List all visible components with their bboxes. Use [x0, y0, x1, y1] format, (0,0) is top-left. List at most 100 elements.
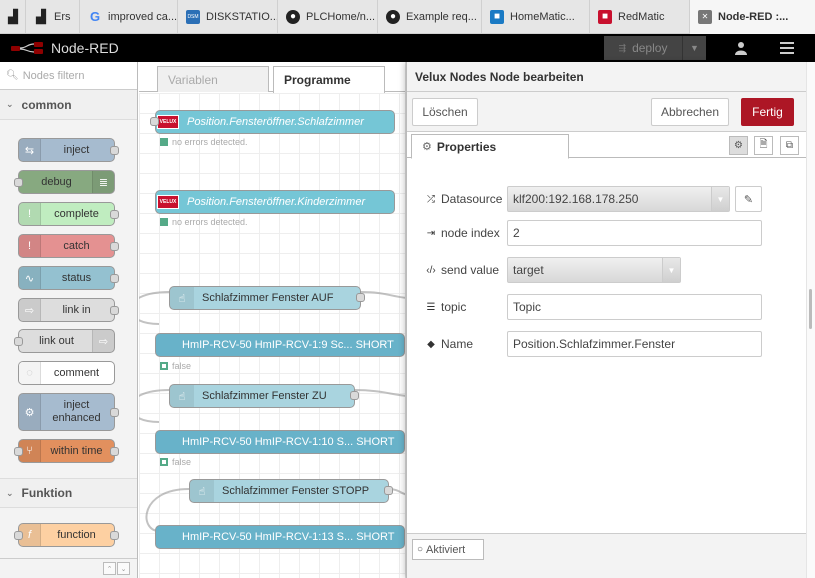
browser-tab[interactable]: ● PLCHome/n...: [278, 0, 378, 34]
output-port[interactable]: [384, 486, 393, 495]
palette-node-debug[interactable]: debug ≣: [14, 170, 115, 194]
tab-properties[interactable]: ⚙ Properties: [411, 134, 569, 159]
deploy-button[interactable]: ⇶ deploy ▼: [604, 36, 706, 60]
close-tab-icon[interactable]: ✕: [698, 9, 712, 24]
node-index-input[interactable]: 2: [507, 220, 762, 246]
name-input[interactable]: Position.Schlafzimmer.Fenster: [507, 331, 762, 357]
tab-variablen[interactable]: Variablen: [157, 66, 269, 92]
flow-node-fenster-zu[interactable]: ☝ Schlafzimmer Fenster ZU: [169, 384, 355, 408]
browser-tab[interactable]: ● Example req...: [378, 0, 482, 34]
output-port[interactable]: [350, 391, 359, 400]
output-port: [110, 531, 119, 540]
browser-tab[interactable]: G improved ca...: [80, 0, 178, 34]
browser-tab[interactable]: ■ HomeMatic...: [482, 0, 590, 34]
palette-category-funktion[interactable]: ⌄ Funktion: [0, 478, 137, 508]
input-port[interactable]: [150, 117, 159, 126]
node-label: inject enhanced: [52, 399, 101, 424]
palette-node-status[interactable]: ∿ status: [18, 266, 119, 290]
flow-node-hmip-rcv-1-9[interactable]: HmIP-RCV-50 HmIP-RCV-1:9 Sc... SHORT: [155, 333, 405, 357]
send-value-select[interactable]: target ▼: [507, 257, 681, 283]
done-button[interactable]: Fertig: [741, 98, 794, 126]
input-port: [14, 337, 23, 346]
palette-node-link-out[interactable]: link out ⇨: [14, 329, 115, 353]
status-dot-icon: [160, 138, 168, 146]
browser-tab-active[interactable]: ✕ Node-RED :...: [690, 0, 815, 34]
sign-in-icon: ⇥: [426, 227, 436, 239]
flow-node-velux-schlafzimmer[interactable]: VELUX Position.Fensteröffner.Schlafzimme…: [155, 110, 395, 134]
search-icon: 🔍︎: [6, 70, 19, 81]
tab-label: Properties: [436, 139, 497, 154]
label-text: topic: [441, 300, 467, 314]
sidebar-scrollbar[interactable]: [806, 62, 815, 578]
palette-footer: ⌃ ⌄: [0, 558, 137, 578]
browser-tab[interactable]: ■ RedMatic: [590, 0, 690, 34]
output-port: [110, 274, 119, 283]
palette-node-complete[interactable]: ! complete: [18, 202, 119, 226]
node-label: inject: [63, 144, 90, 156]
flow-workspace: Variablen Programme VELUX Position.Fenst…: [139, 62, 407, 578]
browser-tab-label: RedMatic: [618, 10, 665, 23]
status-text: false: [172, 457, 192, 467]
palette-node-inject[interactable]: ⇆ inject: [18, 138, 119, 162]
palette-category-common[interactable]: ⌄ common: [0, 90, 137, 120]
input-value: 2: [513, 226, 520, 240]
browser-tab[interactable]: DSM DISKSTATIO...: [178, 0, 278, 34]
tag-icon: ◆: [427, 338, 435, 350]
gear-icon: ⚙: [19, 394, 41, 430]
palette-filter-input[interactable]: 🔍︎ Nodes filtern: [0, 62, 137, 90]
expand-all-icon[interactable]: ⌄: [117, 562, 130, 575]
catch-icon: !: [19, 235, 41, 257]
app-title: Node-RED: [51, 40, 119, 56]
deploy-main[interactable]: ⇶ deploy: [604, 41, 682, 55]
topic-input[interactable]: Topic: [507, 294, 762, 320]
workspace-tab-bar: Variablen Programme: [139, 62, 407, 93]
status-ring-icon: [160, 362, 168, 370]
tab-label: Variablen: [168, 72, 218, 87]
edit-node-tray: Velux Nodes Node bearbeiten Löschen Abbr…: [406, 62, 807, 578]
browser-tab-label: improved ca...: [108, 10, 178, 23]
tray-title: Velux Nodes Node bearbeiten: [407, 62, 806, 92]
enabled-toggle[interactable]: ○ Aktiviert: [412, 539, 484, 560]
user-icon[interactable]: [724, 34, 758, 62]
tab-programme[interactable]: Programme: [273, 66, 385, 93]
output-port: [110, 242, 119, 251]
edit-config-button[interactable]: ✎: [735, 186, 762, 212]
canvas-grid[interactable]: VELUX Position.Fensteröffner.Schlafzimme…: [139, 93, 407, 578]
label-text: send value: [441, 263, 500, 277]
node-label: complete: [54, 208, 99, 220]
palette-node-function[interactable]: f function: [14, 523, 119, 547]
deploy-dropdown-icon[interactable]: ▼: [682, 36, 706, 60]
browser-tab-label: Ers: [54, 10, 71, 23]
link-out-icon: ⇨: [92, 330, 114, 352]
flow-node-velux-kinderzimmer[interactable]: VELUX Position.Fensteröffner.Kinderzimme…: [155, 190, 395, 214]
browser-tab[interactable]: ▟: [0, 0, 26, 34]
flow-node-hmip-rcv-1-10[interactable]: HmIP-RCV-50 HmIP-RCV-1:10 S... SHORT: [155, 430, 405, 454]
datasource-select[interactable]: klf200:192.168.178.250 ▼: [507, 186, 730, 212]
palette-node-within-time[interactable]: ⑂ within time: [14, 439, 119, 463]
input-value: Position.Schlafzimmer.Fenster: [513, 337, 676, 351]
node-status: false: [160, 361, 191, 371]
node-label: Position.Fensteröffner.Schlafzimmer: [187, 116, 364, 128]
browser-tab[interactable]: ▟ Ers: [26, 0, 80, 34]
delete-button[interactable]: Löschen: [412, 98, 478, 126]
collapse-all-icon[interactable]: ⌃: [103, 562, 116, 575]
settings-icon[interactable]: ⚙: [729, 136, 748, 155]
flow-node-fenster-auf[interactable]: ☝ Schlafzimmer Fenster AUF: [169, 286, 361, 310]
browser-tab-label: HomeMatic...: [510, 10, 575, 23]
flow-node-fenster-stopp[interactable]: ☝ Schlafzimmer Fenster STOPP: [189, 479, 389, 503]
flow-node-hmip-rcv-1-13[interactable]: HmIP-RCV-50 HmIP-RCV-1:13 S... SHORT: [155, 525, 405, 549]
output-port: [110, 306, 119, 315]
scrollbar-thumb[interactable]: [809, 289, 812, 329]
status-text: no errors detected.: [172, 217, 248, 227]
palette-node-catch[interactable]: ! catch: [18, 234, 119, 258]
menu-icon[interactable]: [770, 34, 804, 62]
palette-node-inject-enhanced[interactable]: ⚙ inject enhanced: [18, 393, 119, 431]
name-label: ◆ Name: [424, 331, 473, 357]
description-icon[interactable]: 🗎︎: [754, 136, 773, 155]
palette-node-comment[interactable]: ◌ comment: [18, 361, 115, 385]
cancel-button[interactable]: Abbrechen: [651, 98, 729, 126]
palette-node-link-in[interactable]: ⇨ link in: [18, 298, 119, 322]
tab-label: Programme: [284, 73, 351, 87]
appearance-icon[interactable]: ⧉: [780, 136, 799, 155]
output-port[interactable]: [356, 293, 365, 302]
